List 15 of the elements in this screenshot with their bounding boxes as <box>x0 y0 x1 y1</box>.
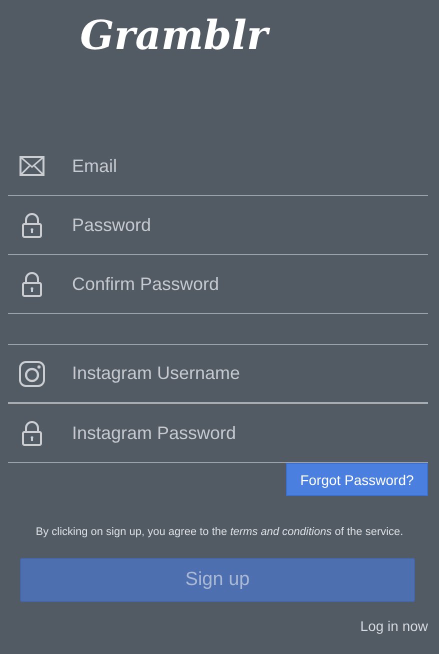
input-field[interactable]: Confirm Password <box>72 274 428 294</box>
envelope-icon <box>19 156 45 176</box>
input-field[interactable]: Password <box>72 214 428 236</box>
padlock-icon <box>19 212 45 238</box>
sign-up-button[interactable]: Sign up <box>20 558 415 602</box>
padlock-icon <box>19 420 45 446</box>
logo: Gramblr <box>80 12 268 59</box>
input-field[interactable]: Instagram Username <box>72 363 428 384</box>
camera-icon <box>19 360 45 386</box>
log-in-link[interactable]: Log in now <box>360 618 428 634</box>
forgot-password-button[interactable]: Forgot Password? <box>286 463 428 496</box>
terms-text: By clicking on sign up, you agree to the terms and conditions of the service. <box>34 526 404 538</box>
input-field[interactable]: Instagram Password <box>72 422 428 444</box>
input-field[interactable]: Email <box>72 156 428 176</box>
padlock-icon <box>19 272 45 296</box>
